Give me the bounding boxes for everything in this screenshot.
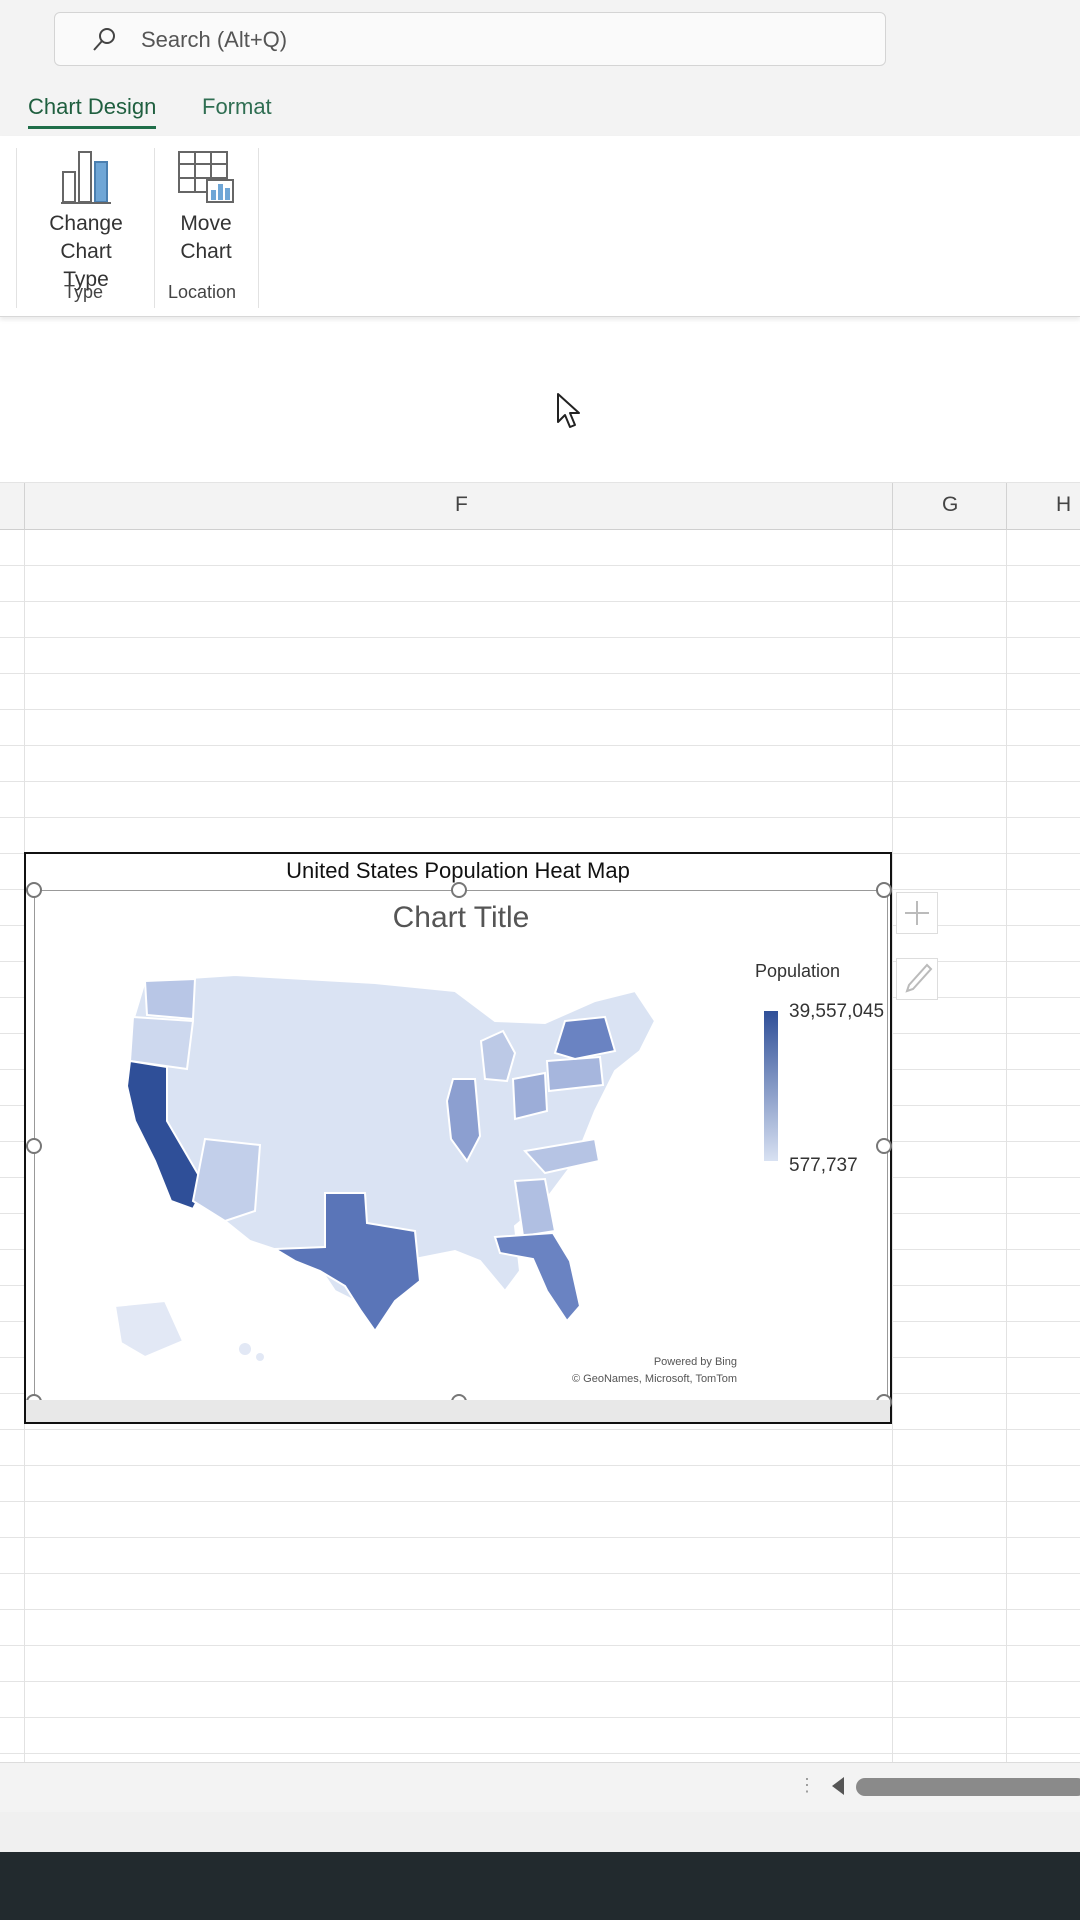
ribbon-separator xyxy=(154,148,155,308)
column-divider xyxy=(892,483,893,531)
us-heat-map[interactable] xyxy=(75,961,695,1381)
horizontal-scrollbar-thumb[interactable] xyxy=(856,1778,1080,1796)
column-divider xyxy=(1006,483,1007,531)
move-chart-button[interactable]: Move Chart xyxy=(160,150,252,266)
chart-area[interactable]: Chart Title Population 39,557,045 577,73… xyxy=(34,890,888,1404)
plus-icon xyxy=(905,901,929,925)
resize-handle-left[interactable] xyxy=(26,1138,42,1154)
map-region-new-york xyxy=(553,1015,617,1061)
ribbon-separator xyxy=(258,148,259,308)
search-icon xyxy=(89,25,119,55)
map-attribution-bing: Powered by Bing xyxy=(653,1356,737,1368)
legend-gradient-bar xyxy=(764,1011,778,1161)
status-bar xyxy=(0,1812,1080,1852)
ribbon-separator xyxy=(16,148,17,308)
map-region-alaska xyxy=(113,1299,185,1359)
search-box[interactable]: Search (Alt+Q) xyxy=(54,12,886,66)
tab-chart-design[interactable]: Chart Design xyxy=(28,94,157,129)
chart-object[interactable]: United States Population Heat Map Chart … xyxy=(24,852,892,1424)
resize-handle-top[interactable] xyxy=(451,882,467,898)
gridline xyxy=(1006,530,1007,1762)
map-region-hawaii xyxy=(256,1353,264,1361)
column-header-f[interactable]: F xyxy=(455,493,468,517)
column-header-g[interactable]: G xyxy=(942,493,958,517)
move-chart-label-2: Chart xyxy=(180,240,232,263)
tab-format-label: Format xyxy=(202,94,272,119)
change-chart-type-label-1: Change xyxy=(49,212,123,235)
legend-max-value: 39,557,045 xyxy=(789,1001,885,1022)
change-chart-type-button[interactable]: Change Chart Type xyxy=(36,150,136,294)
chart-styles-button[interactable] xyxy=(896,958,938,1000)
mouse-cursor-icon xyxy=(557,393,580,428)
title-bar: Search (Alt+Q) xyxy=(0,0,1080,76)
group-label-type: Type xyxy=(64,282,104,302)
move-chart-icon xyxy=(178,151,234,203)
ribbon-panel: Change Chart Type Type Move Chart Locati… xyxy=(0,136,1080,317)
active-tab-underline xyxy=(28,126,157,129)
column-header-h[interactable]: H xyxy=(1056,493,1071,517)
change-chart-type-icon xyxy=(61,151,111,204)
column-header-row: F G H xyxy=(0,482,1080,531)
map-attribution-sources: © GeoNames, Microsoft, TomTom xyxy=(572,1373,737,1385)
tab-chart-design-label: Chart Design xyxy=(28,94,157,119)
legend-title: Population xyxy=(755,961,841,981)
taskbar xyxy=(0,1852,1080,1920)
legend-min-value: 577,737 xyxy=(789,1155,858,1176)
map-region-oregon xyxy=(128,1015,195,1071)
more-options-icon[interactable]: ⋮ xyxy=(798,1775,816,1796)
chart-title[interactable]: Chart Title xyxy=(35,901,887,935)
map-region-ohio xyxy=(511,1071,549,1121)
search-placeholder: Search (Alt+Q) xyxy=(141,27,288,52)
gridline xyxy=(892,530,893,1762)
map-region-hawaii xyxy=(239,1343,251,1355)
map-region-washington xyxy=(143,977,197,1021)
column-divider xyxy=(24,483,25,531)
tab-format[interactable]: Format xyxy=(202,94,272,120)
resize-handle-top-right[interactable] xyxy=(876,882,892,898)
paintbrush-icon xyxy=(905,963,933,993)
move-chart-label-1: Move xyxy=(180,212,232,235)
chart-elements-button[interactable] xyxy=(896,892,938,934)
sheet-tabs-bar: ⋮ xyxy=(0,1762,1080,1813)
resize-handle-top-left[interactable] xyxy=(26,882,42,898)
chart-bottom-strip xyxy=(26,1400,890,1422)
map-region-pennsylvania xyxy=(545,1055,605,1093)
resize-handle-right[interactable] xyxy=(876,1138,892,1154)
group-label-location: Location xyxy=(168,282,237,302)
ribbon-tabs: Chart Design Format xyxy=(0,76,1080,136)
scroll-left-arrow-icon[interactable] xyxy=(832,1777,844,1795)
